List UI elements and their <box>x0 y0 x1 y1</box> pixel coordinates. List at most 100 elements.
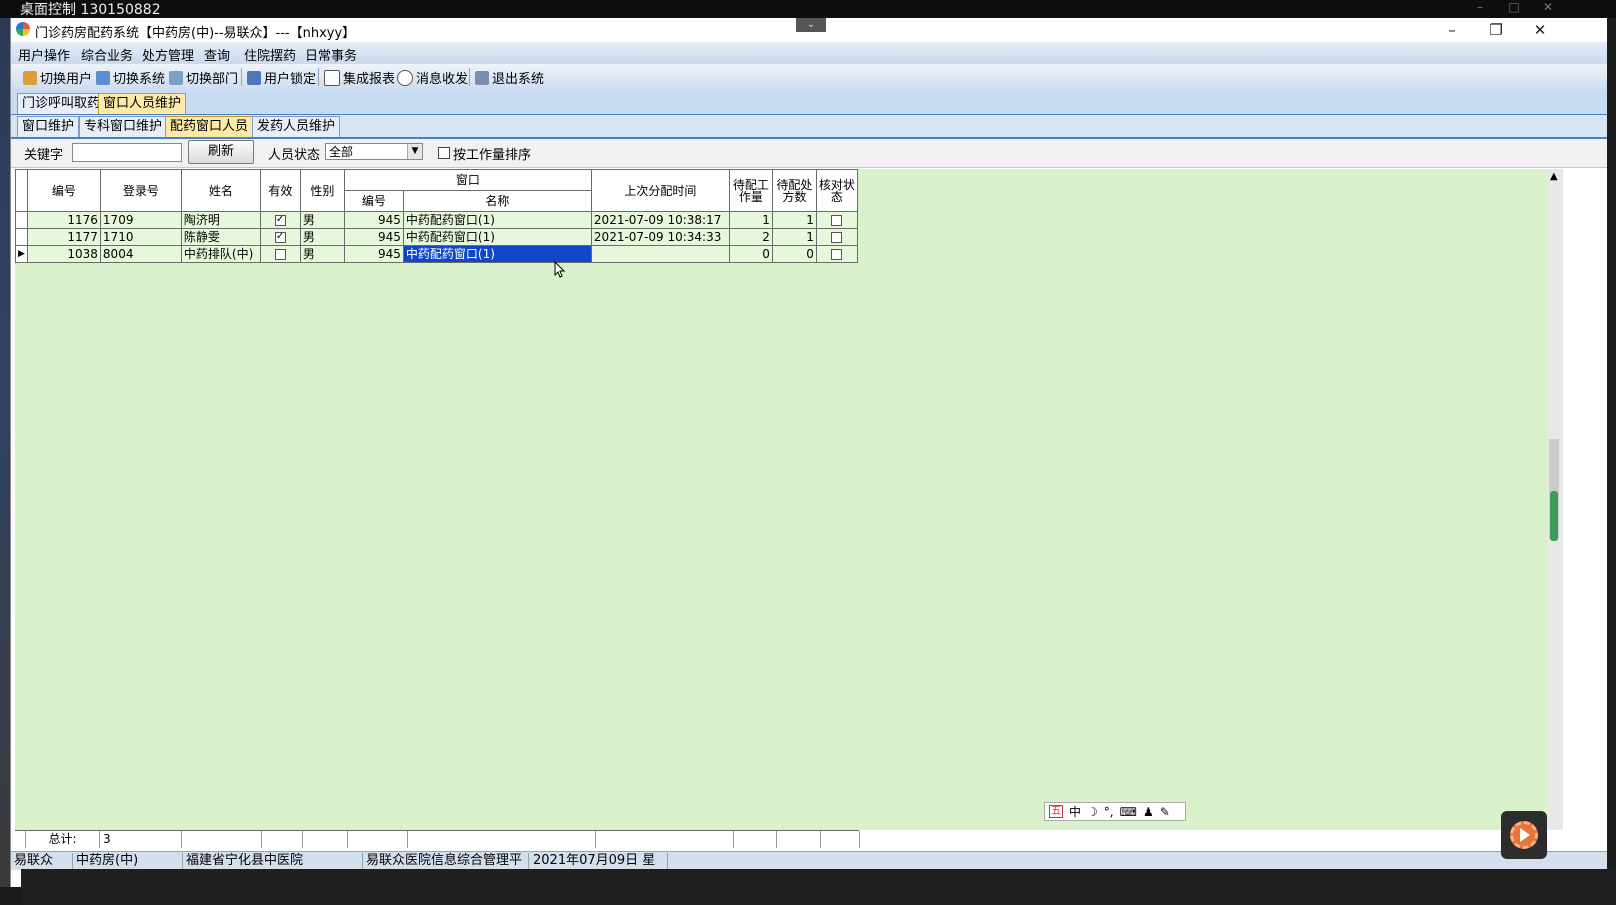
row-selector[interactable] <box>15 211 28 229</box>
ime-toolbar[interactable]: 五 中 ☽ °, ⌨ ♟ ✎ <box>1044 802 1186 821</box>
cell-check-status[interactable] <box>815 245 858 263</box>
remote-maximize-icon[interactable]: □ <box>1503 0 1525 18</box>
cell-window-id[interactable]: 945 <box>343 228 404 246</box>
switch-user-button[interactable]: 切换用户 <box>23 68 92 87</box>
minimize-button[interactable]: – <box>1429 18 1475 42</box>
cell-last-time[interactable]: 2021-07-09 10:38:17 <box>590 211 730 229</box>
col-name[interactable]: 姓名 <box>180 169 261 212</box>
ime-mode[interactable]: 中 <box>1069 803 1081 820</box>
table-row[interactable]: 1176 1709 陶济明 男 945 中药配药窗口(1) 2021-07-09… <box>15 211 858 229</box>
cell-login[interactable]: 1710 <box>99 228 182 246</box>
tab-special-window[interactable]: 专科窗口维护 <box>79 116 168 137</box>
valid-checkbox[interactable] <box>274 230 286 245</box>
cell-valid[interactable] <box>259 245 301 263</box>
menu-user-ops[interactable]: 用户操作 <box>18 45 70 64</box>
ime-logo-icon[interactable]: 五 <box>1049 805 1063 818</box>
message-button[interactable]: 消息收发 <box>397 68 468 87</box>
cell-window-id[interactable]: 945 <box>343 211 404 229</box>
cell-gender[interactable]: 男 <box>299 211 345 229</box>
col-pending-rx[interactable]: 待配处方数 <box>771 169 817 212</box>
cell-pending-rx[interactable]: 1 <box>771 211 817 229</box>
cell-window-name-selected[interactable]: 中药配药窗口(1) <box>402 245 592 263</box>
grid-footer: 总计: 3 <box>15 830 860 848</box>
menu-inpatient-dispense[interactable]: 住院摆药 <box>244 45 296 64</box>
switch-department-button[interactable]: 切换部门 <box>169 68 238 87</box>
col-login[interactable]: 登录号 <box>99 169 182 212</box>
col-id[interactable]: 编号 <box>26 169 101 212</box>
remote-close-icon[interactable]: ✕ <box>1537 0 1559 18</box>
tab-issuing-staff[interactable]: 发药人员维护 <box>252 116 341 137</box>
cell-check-status[interactable] <box>815 228 858 246</box>
cell-check-status[interactable] <box>815 211 858 229</box>
remote-minimize-icon[interactable]: – <box>1469 0 1491 18</box>
cell-login[interactable]: 8004 <box>99 245 182 263</box>
col-window-id[interactable]: 编号 <box>343 190 404 212</box>
cell-pending-rx[interactable]: 1 <box>771 228 817 246</box>
cell-window-name[interactable]: 中药配药窗口(1) <box>402 211 592 229</box>
cell-valid[interactable] <box>259 228 301 246</box>
col-last-time[interactable]: 上次分配时间 <box>590 169 730 212</box>
remote-collapse-button[interactable]: ⌄ <box>796 18 826 32</box>
cell-pending-rx[interactable]: 0 <box>771 245 817 263</box>
sort-by-workload-checkbox[interactable] <box>438 147 450 159</box>
col-valid[interactable]: 有效 <box>259 169 301 212</box>
close-button[interactable]: ✕ <box>1517 18 1563 42</box>
exit-system-button[interactable]: 退出系统 <box>475 68 544 87</box>
cell-gender[interactable]: 男 <box>299 245 345 263</box>
menu-prescription[interactable]: 处方管理 <box>142 45 194 64</box>
cell-id[interactable]: 1038 <box>26 245 101 263</box>
tab-window-staff[interactable]: 窗口人员维护 <box>98 93 187 114</box>
ime-halfwidth-icon[interactable]: ☽ <box>1087 805 1098 819</box>
integrated-report-button[interactable]: 集成报表 <box>324 68 395 87</box>
col-check-status[interactable]: 核对状态 <box>815 169 858 212</box>
restore-button[interactable]: ❐ <box>1473 18 1519 42</box>
ime-settings-icon[interactable]: ✎ <box>1160 805 1170 819</box>
scroll-up-icon[interactable]: ▲ <box>1550 171 1558 182</box>
switch-system-button[interactable]: 切换系统 <box>96 68 165 87</box>
cell-window-name[interactable]: 中药配药窗口(1) <box>402 228 592 246</box>
row-selector[interactable] <box>15 228 28 246</box>
cell-id[interactable]: 1176 <box>26 211 101 229</box>
col-gender[interactable]: 性别 <box>299 169 345 212</box>
table-row[interactable]: 1177 1710 陈静雯 男 945 中药配药窗口(1) 2021-07-09… <box>15 228 858 246</box>
refresh-button[interactable]: 刷新 <box>188 140 254 164</box>
cell-pending-work[interactable]: 2 <box>728 228 773 246</box>
menu-daily-affairs[interactable]: 日常事务 <box>305 45 357 64</box>
cell-last-time[interactable] <box>590 245 730 263</box>
table-row-current[interactable]: ▶ 1038 8004 中药排队(中) 男 945 中药配药窗口(1) 0 0 <box>15 245 858 263</box>
tab-dispensing-staff[interactable]: 配药窗口人员 <box>165 116 254 137</box>
grid-scrollbar[interactable]: ▲ <box>1547 169 1563 830</box>
menu-query[interactable]: 查询 <box>204 45 230 64</box>
check-status-checkbox[interactable] <box>831 232 843 243</box>
ime-user-icon[interactable]: ♟ <box>1143 805 1154 819</box>
keyword-input[interactable] <box>72 143 182 162</box>
scrollbar-thumb[interactable] <box>1550 491 1558 541</box>
ime-keyboard-icon[interactable]: ⌨ <box>1120 805 1137 819</box>
ime-punctuation-icon[interactable]: °, <box>1104 805 1114 819</box>
check-status-checkbox[interactable] <box>831 215 843 226</box>
cell-pending-work[interactable]: 1 <box>728 211 773 229</box>
valid-checkbox[interactable] <box>274 213 286 228</box>
cell-name[interactable]: 陈静雯 <box>180 228 261 246</box>
cell-name[interactable]: 中药排队(中) <box>180 245 261 263</box>
check-status-checkbox[interactable] <box>831 249 843 260</box>
cell-window-id[interactable]: 945 <box>343 245 404 263</box>
status-select[interactable]: 全部 ▼ <box>325 143 423 160</box>
menu-general-business[interactable]: 综合业务 <box>81 45 133 64</box>
col-pending-work[interactable]: 待配工作量 <box>728 169 773 212</box>
cell-pending-work[interactable]: 0 <box>728 245 773 263</box>
tab-window-maintenance[interactable]: 窗口维护 <box>17 116 80 137</box>
current-row-arrow-icon[interactable]: ▶ <box>15 245 28 263</box>
col-window-name[interactable]: 名称 <box>402 190 592 212</box>
tab-clinic-call[interactable]: 门诊呼叫取药 <box>17 93 106 114</box>
cell-id[interactable]: 1177 <box>26 228 101 246</box>
user-lock-button[interactable]: 用户锁定 <box>247 68 316 87</box>
screen-recorder-icon[interactable] <box>1501 811 1547 859</box>
valid-checkbox[interactable] <box>274 249 286 260</box>
cell-gender[interactable]: 男 <box>299 228 345 246</box>
cell-name[interactable]: 陶济明 <box>180 211 261 229</box>
cell-last-time[interactable]: 2021-07-09 10:34:33 <box>590 228 730 246</box>
cell-login[interactable]: 1709 <box>99 211 182 229</box>
total-label: 总计: <box>25 831 99 848</box>
cell-valid[interactable] <box>259 211 301 229</box>
